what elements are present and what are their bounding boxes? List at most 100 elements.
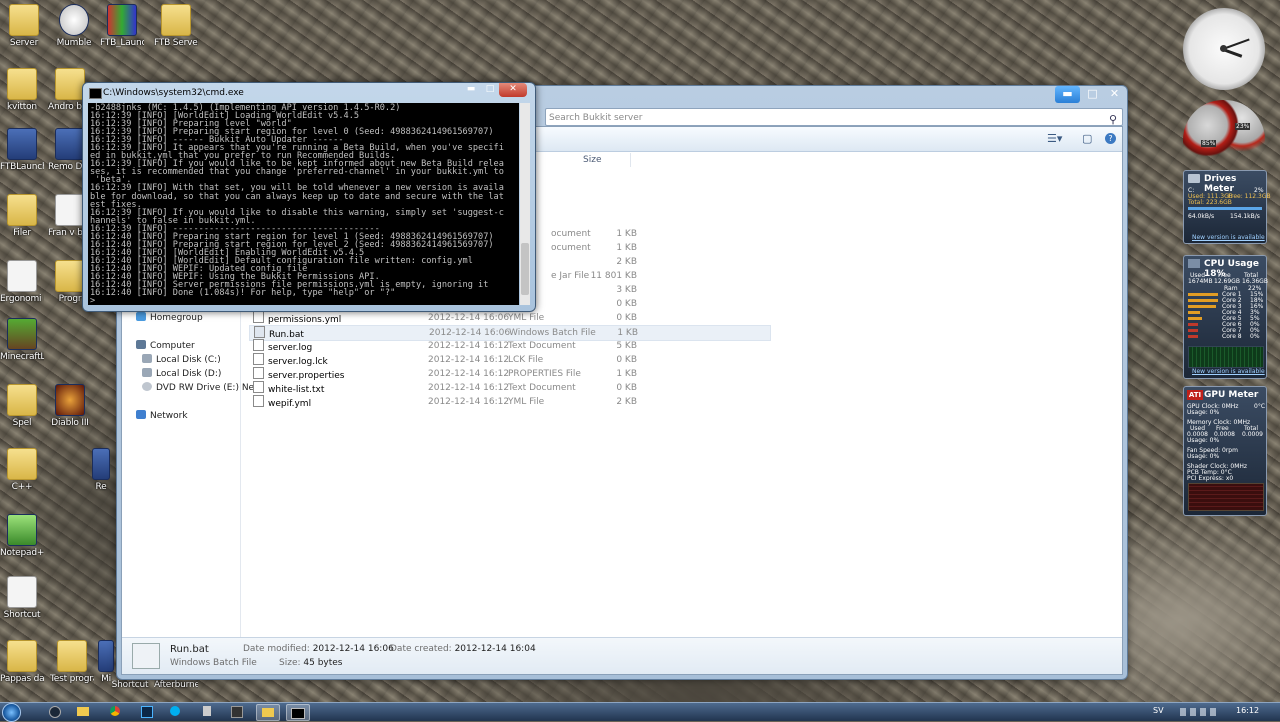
- nav-network[interactable]: Network: [136, 410, 188, 421]
- table-row[interactable]: permissions.yml 2012-12-14 16:06 YML Fil…: [249, 311, 769, 325]
- desktop-icon-notepadpp[interactable]: Notepad++: [0, 514, 44, 558]
- desktop-icon-kvitton[interactable]: kvitton: [0, 68, 44, 112]
- drives-meter-gadget[interactable]: Drives Meter C: 2% Used: 111.3GB Free: 1…: [1183, 170, 1271, 244]
- table-row[interactable]: server.log 2012-12-14 16:12 Text Documen…: [249, 339, 769, 353]
- column-separator[interactable]: [630, 153, 631, 167]
- chrome-icon: [110, 706, 120, 716]
- cmd-minimize-button[interactable]: ▬: [461, 83, 481, 97]
- taskbar-steam[interactable]: [44, 704, 66, 719]
- nav-computer[interactable]: Computer: [136, 340, 195, 351]
- meter-left-value: 85%: [1201, 140, 1217, 147]
- clock-gadget[interactable]: [1183, 8, 1265, 90]
- console-icon: [89, 88, 102, 99]
- skype-icon: [170, 706, 180, 716]
- desktop-icon-pappas-datafiler[interactable]: Pappas datafiler: [0, 640, 44, 684]
- desktop-icon-ftb-launcher[interactable]: FTB_Launc...: [100, 4, 144, 48]
- taskbar-explorer[interactable]: [72, 704, 94, 719]
- homegroup-icon: [136, 312, 146, 321]
- start-button[interactable]: [2, 703, 21, 722]
- column-size[interactable]: Size: [583, 155, 601, 165]
- folder-icon: [7, 384, 37, 416]
- clock-time[interactable]: 16:12: [1236, 706, 1259, 715]
- minimize-button[interactable]: ▬: [1055, 86, 1080, 103]
- nav-local-disk-c[interactable]: Local Disk (C:): [142, 354, 221, 365]
- gpu-history-graph: [1188, 483, 1264, 511]
- scrollbar[interactable]: [520, 103, 530, 305]
- drives-update-link[interactable]: New version is available: [1192, 234, 1265, 241]
- desktop-icon-shortcut[interactable]: Shortcut: [0, 576, 44, 620]
- desktop-icon-spel[interactable]: Spel: [0, 384, 44, 428]
- help-icon[interactable]: ?: [1105, 133, 1116, 144]
- taskbar-skype[interactable]: [164, 704, 186, 719]
- details-date-modified: Date modified: 2012-12-14 16:06: [243, 644, 394, 654]
- notepad-icon: [7, 514, 37, 546]
- details-filetype: Windows Batch File: [170, 658, 257, 668]
- desktop-icon-filer[interactable]: Filer: [0, 194, 44, 238]
- desktop-icon-minecraft-launcher[interactable]: MinecraftL...: [0, 318, 44, 362]
- table-row[interactable]: white-list.txt 2012-12-14 16:12 Text Doc…: [249, 381, 769, 395]
- desktop-icon-mumble[interactable]: Mumble: [52, 4, 96, 48]
- desktop-icon-cpp[interactable]: C++: [0, 448, 44, 492]
- nav-homegroup[interactable]: Homegroup: [136, 312, 203, 323]
- nav-local-disk-d[interactable]: Local Disk (D:): [142, 368, 221, 379]
- table-row[interactable]: wepif.yml 2012-12-14 16:12 YML File 2 KB: [249, 395, 769, 409]
- desktop-icon-re[interactable]: Re: [86, 448, 116, 492]
- cpu-icon: [1188, 259, 1200, 268]
- desktop-icon-server[interactable]: Server: [2, 4, 46, 48]
- app-icon: [98, 640, 114, 672]
- desktop-icon-ftb-server[interactable]: FTB Server: [154, 4, 198, 48]
- shortcut-icon: [7, 576, 37, 608]
- scrollbar-thumb[interactable]: [521, 243, 529, 295]
- desktop-icon-mi[interactable]: Mi: [94, 640, 118, 684]
- app-icon: [231, 706, 243, 718]
- desktop-icon-ergonomi[interactable]: Ergonomi uppsats.rtf: [0, 260, 44, 304]
- folder-icon: [161, 4, 191, 36]
- cpu-usage-gadget[interactable]: CPU Usage 18% Used Free Total 1674MB 12.…: [1183, 255, 1268, 379]
- taskbar-app[interactable]: [226, 704, 248, 719]
- meter-right-value: 23%: [1235, 123, 1251, 130]
- taskbar-chrome[interactable]: [104, 704, 126, 719]
- selected-file-icon: [132, 643, 160, 669]
- network-icon: [136, 410, 146, 419]
- cmd-maximize-button[interactable]: □: [481, 83, 499, 97]
- taskbar-explorer-window[interactable]: [256, 704, 280, 721]
- drive-icon: [1188, 174, 1200, 183]
- console-icon: [291, 708, 305, 719]
- console-output[interactable]: -b2488jnks (MC: 1.4.5) (Implementing API…: [88, 103, 519, 305]
- gpu-meter-gadget[interactable]: ATI GPU Meter GPU Clock: 0MHz 0°C Usage:…: [1183, 386, 1267, 516]
- taskbar-cmd-window[interactable]: [286, 704, 310, 721]
- desktop-label-afterburner[interactable]: Afterburner: [154, 680, 198, 690]
- folder-icon: [77, 707, 89, 716]
- taskbar-calculator[interactable]: [196, 704, 218, 719]
- taskbar-photoshop[interactable]: [136, 704, 158, 719]
- desktop-icon-ftblauncher[interactable]: FTBLaunch...: [0, 128, 44, 172]
- desktop-icon-test-program[interactable]: Test program: [50, 640, 94, 684]
- search-input[interactable]: Search Bukkit server ⚲: [545, 108, 1123, 126]
- diablo-icon: [55, 384, 85, 416]
- folder-icon: [7, 194, 37, 226]
- table-row[interactable]: server.properties 2012-12-14 16:12 PROPE…: [249, 367, 769, 381]
- clock-center: [1220, 45, 1227, 52]
- minecraft-icon: [7, 318, 37, 350]
- nav-dvd-drive[interactable]: DVD RW Drive (E:) New: [142, 382, 261, 393]
- document-icon: [7, 260, 37, 292]
- close-button[interactable]: ✕: [1102, 86, 1127, 103]
- file-icon: [253, 311, 264, 323]
- cmd-window[interactable]: C:\Windows\system32\cmd.exe ▬ □ ✕ -b2488…: [82, 82, 536, 312]
- table-row[interactable]: server.log.lck 2012-12-14 16:12 LCK File…: [249, 353, 769, 367]
- desktop-icon-diablo[interactable]: Diablo III: [48, 384, 92, 428]
- folder-icon: [55, 260, 85, 292]
- document-icon: [55, 194, 85, 226]
- language-indicator[interactable]: SV: [1153, 706, 1164, 715]
- folder-icon: [7, 448, 37, 480]
- desktop-label-shortcut-2[interactable]: Shortcut: [108, 680, 152, 690]
- cpu-update-link[interactable]: New version is available: [1192, 368, 1265, 375]
- preview-pane-icon[interactable]: ▢: [1082, 132, 1092, 145]
- photoshop-icon: [141, 706, 153, 718]
- batch-file-icon: [254, 326, 265, 338]
- tray-icons[interactable]: [1180, 708, 1220, 716]
- drive-icon: [142, 368, 152, 377]
- view-options-icon[interactable]: ☰▾: [1047, 132, 1062, 145]
- drive-usage-bar: [1188, 207, 1262, 210]
- cmd-close-button[interactable]: ✕: [499, 83, 527, 97]
